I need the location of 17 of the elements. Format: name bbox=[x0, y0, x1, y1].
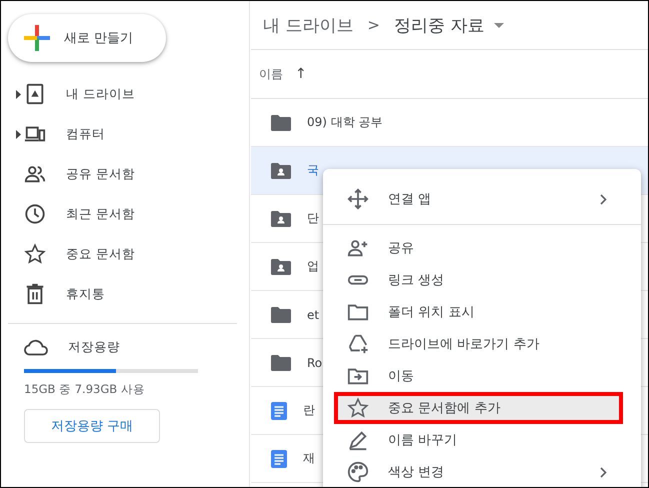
file-name: et bbox=[307, 308, 320, 322]
file-name: 단 bbox=[307, 210, 319, 227]
sidebar-label: 컴퓨터 bbox=[66, 126, 105, 142]
file-name: Ro bbox=[307, 356, 322, 370]
sidebar-label: 내 드라이브 bbox=[66, 86, 135, 102]
file-name: 국 bbox=[307, 162, 319, 179]
sidebar-label: 공유 문서함 bbox=[66, 166, 135, 182]
file-name: 09) 대학 공부 bbox=[307, 114, 383, 131]
storage-usage: 15GB 중 7.93GB 사용 bbox=[24, 382, 146, 397]
storage-label: 저장용량 bbox=[68, 338, 120, 356]
sidebar-label: 휴지통 bbox=[66, 286, 105, 302]
file-name: 업 bbox=[307, 258, 319, 275]
sidebar-label: 중요 문서함 bbox=[66, 246, 135, 262]
file-name: 란 bbox=[303, 402, 315, 419]
sidebar-label: 최근 문서함 bbox=[66, 206, 135, 222]
file-name: 재 bbox=[303, 450, 315, 467]
breadcrumb-separator: > bbox=[367, 16, 380, 34]
